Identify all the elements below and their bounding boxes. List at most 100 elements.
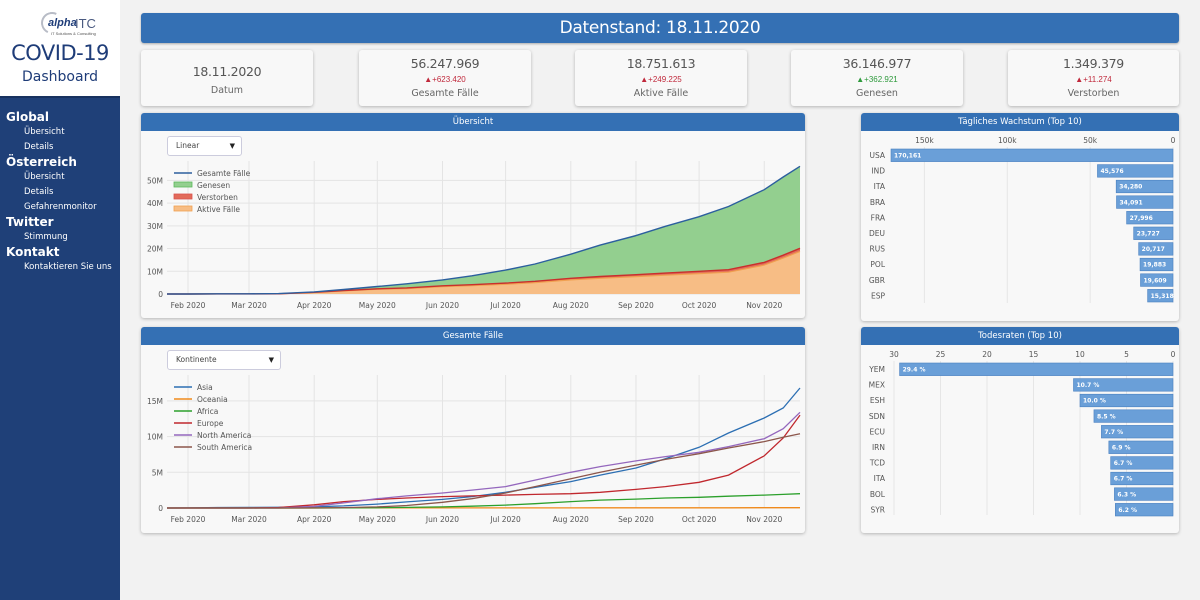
app-title: COVID-19	[11, 41, 109, 65]
triangle-up-icon: ▲	[424, 75, 433, 84]
kpi-card-total-cases: 56.247.969 ▲+623.420 Gesamte Fälle	[359, 50, 531, 106]
nav-item-oesterreich-uebersicht[interactable]: Übersicht	[0, 170, 120, 185]
x-tick-label: Aug 2020	[553, 515, 589, 524]
kpi-delta-value: +362.921	[864, 75, 898, 84]
bar-value-label: 19,883	[1143, 262, 1166, 269]
category-label: ESH	[870, 396, 885, 405]
line-europe	[167, 414, 801, 509]
x-tick-label: 150k	[915, 136, 934, 145]
daily-growth-chart: 150k 100k 50k 0 USA 170,161 IND 45,576 ITA 34,280…	[869, 136, 1176, 303]
category-label: ESP	[871, 291, 885, 300]
category-label: USA	[869, 151, 885, 160]
category-label: GBR	[869, 276, 885, 285]
x-tick-label: May 2020	[359, 515, 396, 524]
legend-label: Asia	[197, 383, 213, 392]
x-tick-label: Nov 2020	[746, 301, 782, 310]
category-label: TCD	[869, 459, 885, 468]
y-tick-label: 10M	[147, 433, 163, 442]
bar-value-label: 6.2 %	[1118, 507, 1137, 514]
nav-item-gefahrenmonitor[interactable]: Gefahrenmonitor	[0, 200, 120, 215]
legend-label: Verstorben	[197, 193, 238, 202]
bar	[890, 148, 1174, 162]
y-tick-label: 10M	[147, 267, 163, 276]
total-cases-panel-title: Gesamte Fälle	[141, 327, 805, 345]
x-tick-label: 0	[1171, 350, 1176, 359]
nav-section-oesterreich[interactable]: Österreich	[0, 155, 120, 170]
category-label: DEU	[869, 229, 885, 238]
kpi-value: 18.751.613	[626, 56, 696, 71]
bar-value-label: 8.5 %	[1097, 413, 1116, 420]
x-tick-label: Jun 2020	[425, 515, 459, 524]
category-label: IRN	[872, 443, 885, 452]
x-tick-label: 15	[1029, 350, 1039, 359]
nav-section-twitter[interactable]: Twitter	[0, 215, 120, 230]
kpi-delta-value: +11.274	[1083, 75, 1112, 84]
nav-section-kontakt[interactable]: Kontakt	[0, 245, 120, 260]
bar-value-label: 10.0 %	[1083, 398, 1106, 405]
kpi-value: 36.146.977	[842, 56, 912, 71]
x-tick-label: 50k	[1083, 136, 1098, 145]
kpi-value: 18.11.2020	[192, 64, 262, 79]
nav-section-global[interactable]: Global	[0, 110, 120, 125]
category-label: ITA	[874, 474, 886, 483]
category-label: POL	[870, 260, 885, 269]
triangle-up-icon: ▲	[856, 75, 865, 84]
x-tick-label: 10	[1075, 350, 1085, 359]
app-subtitle: Dashboard	[22, 69, 98, 85]
bar-value-label: 15,318	[1151, 293, 1174, 300]
bar-value-label: 6.3 %	[1117, 491, 1136, 498]
death-rates-panel-title: Todesraten (Top 10)	[861, 327, 1179, 345]
x-tick-label: Jul 2020	[489, 301, 521, 310]
bar-value-label: 10.7 %	[1076, 382, 1099, 389]
y-tick-label: 0	[158, 290, 163, 299]
bar-value-label: 6.7 %	[1114, 460, 1133, 467]
nav-item-stimmung[interactable]: Stimmung	[0, 230, 120, 245]
line-north-america	[167, 411, 801, 509]
legend-label: Europe	[197, 419, 224, 428]
sidebar-nav: Global Übersicht Details Österreich Über…	[0, 96, 120, 600]
kpi-card-recovered: 36.146.977 ▲+362.921 Genesen	[791, 50, 963, 106]
brand: alpha ITC IT Solutions & Consulting COVI…	[0, 0, 120, 96]
triangle-up-icon: ▲	[1075, 75, 1084, 84]
daily-growth-panel-title: Tägliches Wachstum (Top 10)	[861, 113, 1179, 131]
x-tick-label: 25	[936, 350, 946, 359]
kpi-label: Verstorben	[1067, 88, 1120, 99]
nav-item-oesterreich-details[interactable]: Details	[0, 185, 120, 200]
bar-value-label: 170,161	[894, 153, 921, 160]
y-tick-label: 5M	[152, 468, 163, 477]
logo-suffix: ITC	[75, 16, 96, 31]
logo-text: alpha	[48, 17, 77, 29]
nav-item-global-details[interactable]: Details	[0, 140, 120, 155]
bar-value-label: 27,996	[1130, 215, 1153, 222]
kpi-delta: ▲+623.420	[359, 75, 531, 84]
kpi-delta-value: +249.225	[648, 75, 682, 84]
legend-swatch	[173, 205, 193, 212]
y-tick-label: 50M	[147, 176, 163, 185]
x-tick-label: Sep 2020	[618, 515, 654, 524]
y-tick-label: 40M	[147, 199, 163, 208]
category-label: SDN	[869, 412, 885, 421]
x-tick-label: Jul 2020	[489, 515, 521, 524]
kpi-delta: ▲+362.921	[791, 75, 963, 84]
bar	[899, 362, 1174, 376]
x-tick-label: Aug 2020	[553, 301, 589, 310]
x-tick-label: Jun 2020	[425, 301, 459, 310]
category-label: RUS	[870, 245, 886, 254]
bar-value-label: 45,576	[1100, 168, 1123, 175]
logo-tagline: IT Solutions & Consulting	[51, 31, 96, 36]
legend-label: Gesamte Fälle	[197, 169, 251, 178]
total-cases-chart: Feb 2020 Mar 2020 Apr 2020 May 2020 Jun 2020…	[147, 375, 801, 524]
overview-panel-title: Übersicht	[141, 113, 805, 131]
nav-item-global-uebersicht[interactable]: Übersicht	[0, 125, 120, 140]
bar-value-label: 20,717	[1142, 246, 1165, 253]
nav-item-kontaktieren[interactable]: Kontaktieren Sie uns	[0, 260, 120, 275]
bar-value-label: 29.4 %	[903, 367, 926, 374]
y-tick-label: 15M	[147, 397, 163, 406]
company-logo[interactable]: alpha ITC IT Solutions & Consulting	[15, 8, 105, 38]
x-tick-label: Feb 2020	[171, 515, 206, 524]
x-tick-label: Feb 2020	[171, 301, 206, 310]
category-label: YEM	[868, 365, 885, 374]
x-tick-label: 0	[1171, 136, 1176, 145]
x-tick-label: Apr 2020	[297, 515, 332, 524]
legend-label: South America	[197, 443, 252, 452]
